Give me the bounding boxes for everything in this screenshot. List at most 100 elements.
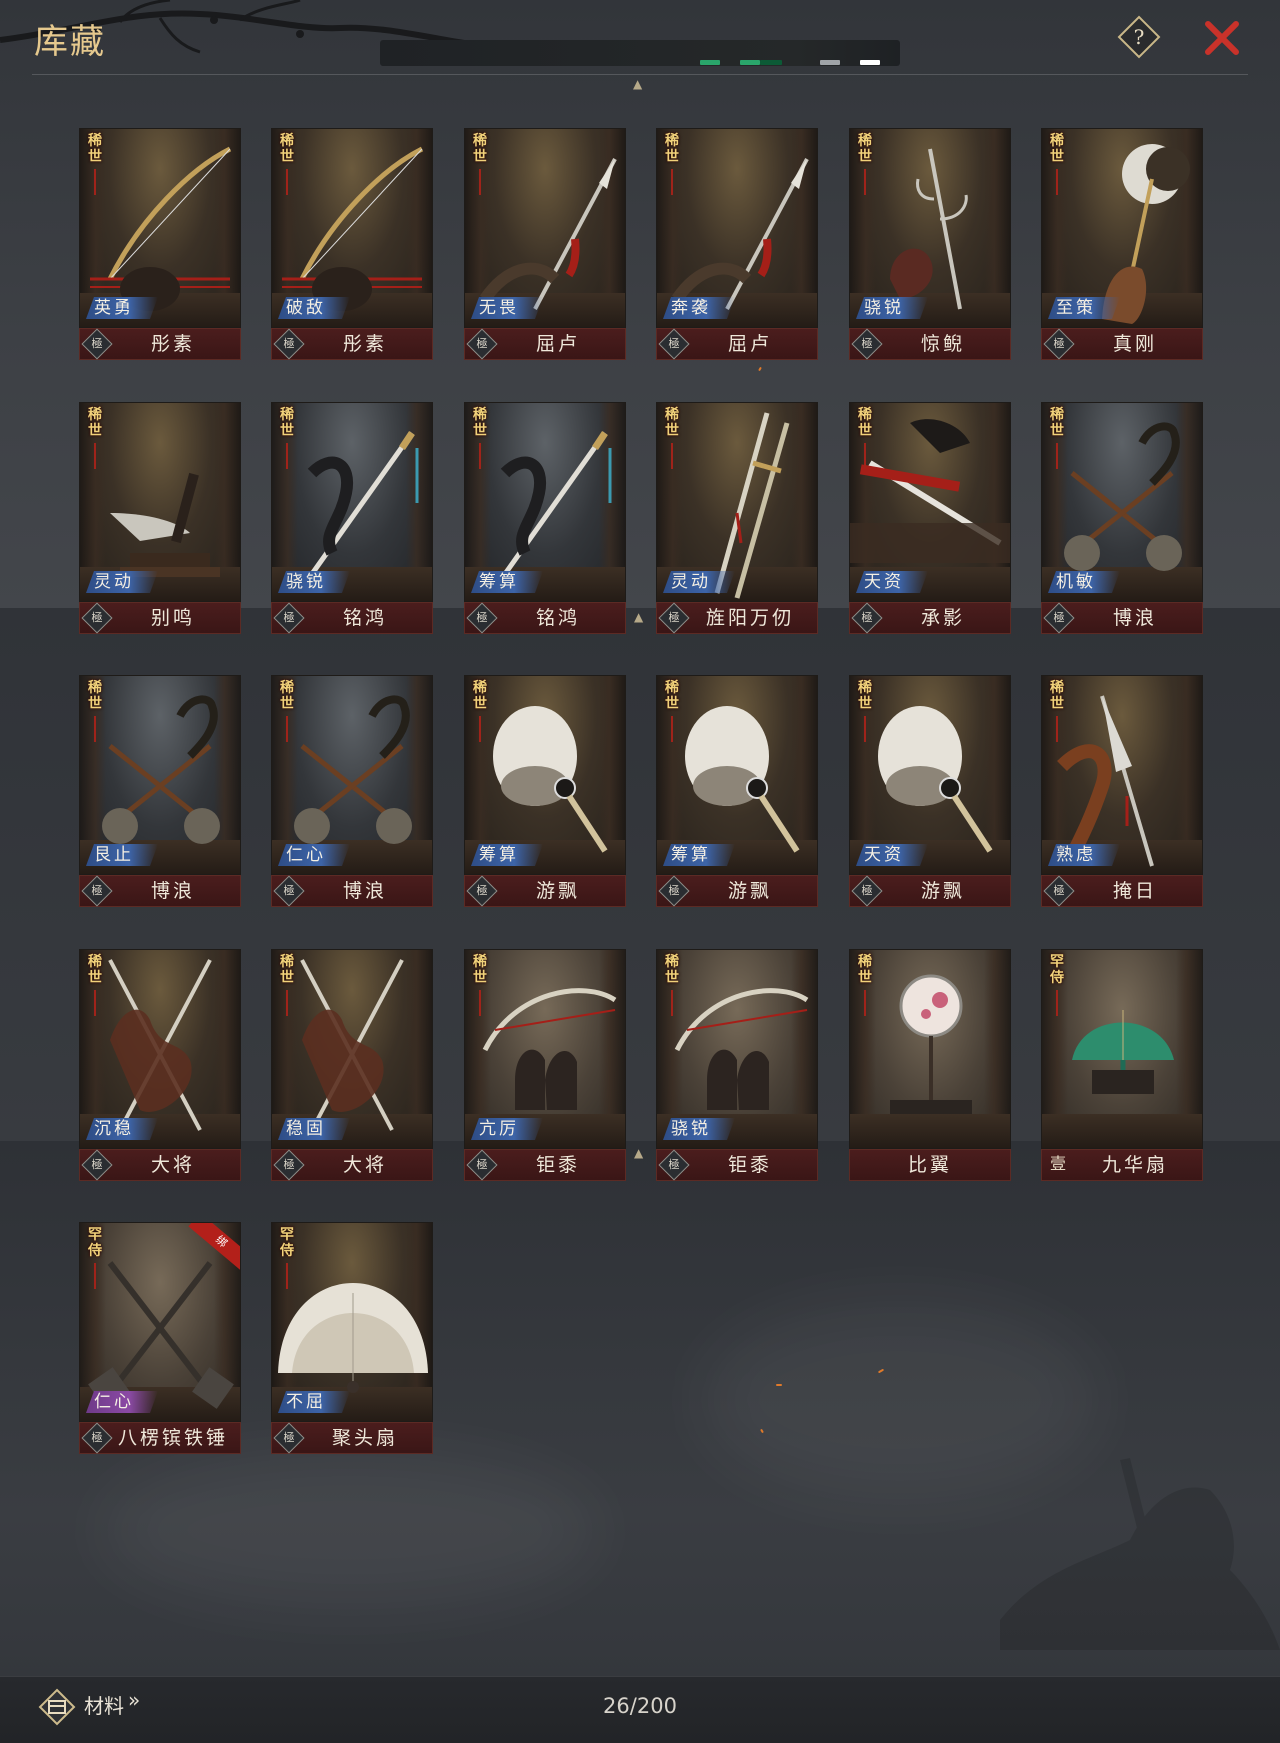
ember-spark (776, 1384, 782, 1386)
rarity-badge: 稀世 (88, 407, 102, 439)
grade-label: 極 (91, 337, 103, 350)
item-card[interactable]: 稀世 骁锐 極 钜黍 (656, 949, 818, 1181)
question-icon: ? (1117, 15, 1161, 59)
scroll-indicator: ▲ (634, 1146, 644, 1160)
fog-effect (100, 1450, 600, 1610)
materials-arrow-icon: » (128, 1688, 141, 1712)
grade-badge: 極 (851, 602, 883, 634)
grade-label: 極 (1053, 337, 1065, 350)
item-name: 屈卢 (535, 333, 580, 355)
tassel-decoration (479, 990, 481, 1016)
scroll-up-indicator: ▲ (633, 77, 643, 91)
item-card[interactable]: 稀世 机敏 極 博浪 (1041, 402, 1203, 634)
header-divider (32, 74, 1248, 75)
item-name: 博浪 (1112, 607, 1157, 629)
item-name: 掩日 (1112, 880, 1157, 902)
rarity-badge: 稀世 (280, 407, 294, 439)
item-artwork: 稀世 破敌 (271, 128, 433, 328)
item-card[interactable]: 稀世 骁锐 極 惊鲵 (849, 128, 1011, 360)
grade-badge: 極 (273, 875, 305, 907)
grade-badge: 極 (81, 875, 113, 907)
item-card[interactable]: 稀世 奔袭 極 屈卢 (656, 128, 818, 360)
tassel-decoration (864, 990, 866, 1016)
item-card[interactable]: 稀世 天资 極 游飘 (849, 675, 1011, 907)
grade-badge: 極 (466, 602, 498, 634)
item-card[interactable]: 稀世 稳固 極 大将 (271, 949, 433, 1181)
grade-label: 極 (476, 884, 488, 897)
item-name-bar: 壹 九华扇 (1041, 1149, 1203, 1181)
tassel-decoration (286, 1263, 288, 1289)
materials-label: 材料 (84, 1694, 124, 1718)
item-card[interactable]: 罕侍 绑 仁心 極 八楞镔铁锤 (79, 1222, 241, 1454)
trait-tag: 亢厉 (471, 1118, 543, 1140)
item-card[interactable]: 稀世 亢厉 極 钜黍 (464, 949, 626, 1181)
item-name-bar: 極 钜黍 (656, 1149, 818, 1181)
item-card[interactable]: 稀世 沉稳 極 大将 (79, 949, 241, 1181)
tassel-decoration (1056, 990, 1058, 1016)
grade-badge: 極 (1043, 602, 1075, 634)
grade-label: 極 (283, 337, 295, 350)
trait-tag: 灵动 (663, 571, 735, 593)
svg-text:?: ? (1134, 25, 1145, 49)
item-card[interactable]: 稀世 灵动 極 旌阳万仞 (656, 402, 818, 634)
item-card[interactable]: 罕侍 壹 九华扇 (1041, 949, 1203, 1181)
tassel-decoration (1056, 169, 1058, 195)
close-icon (1205, 21, 1239, 55)
grade-label: 極 (283, 884, 295, 897)
item-card[interactable]: 稀世 筹算 極 游飘 (656, 675, 818, 907)
help-button[interactable]: ? (1116, 14, 1162, 60)
item-name: 游飘 (727, 880, 772, 902)
trait-tag: 骁锐 (278, 571, 350, 593)
item-name: 旌阳万仞 (705, 607, 794, 629)
item-name: 钜黍 (727, 1154, 772, 1176)
grade-label: 極 (283, 1158, 295, 1171)
grade-badge: 壹 (1048, 1154, 1070, 1176)
rarity-badge: 稀世 (473, 680, 487, 712)
item-card[interactable]: 稀世 至策 極 真刚 (1041, 128, 1203, 360)
item-card[interactable]: 稀世 无畏 極 屈卢 (464, 128, 626, 360)
item-card[interactable]: 稀世 艮止 極 博浪 (79, 675, 241, 907)
item-name: 博浪 (342, 880, 387, 902)
close-button[interactable] (1200, 16, 1244, 60)
trait-tag: 奔袭 (663, 297, 735, 319)
item-artwork: 稀世 沉稳 (79, 949, 241, 1149)
grade-badge: 極 (658, 328, 690, 360)
tassel-decoration (671, 716, 673, 742)
materials-button[interactable]: 材料 » (38, 1684, 158, 1726)
grade-label: 極 (91, 611, 103, 624)
item-artwork: 稀世 机敏 (1041, 402, 1203, 602)
item-card[interactable]: 稀世 骁锐 極 铭鸿 (271, 402, 433, 634)
rarity-badge: 罕侍 (1050, 954, 1064, 986)
item-name: 承影 (920, 607, 965, 629)
item-card[interactable]: 稀世 天资 極 承影 (849, 402, 1011, 634)
item-card[interactable]: 稀世 破敌 極 彤素 (271, 128, 433, 360)
grade-label: 極 (668, 337, 680, 350)
item-card[interactable]: 稀世 熟虑 極 掩日 (1041, 675, 1203, 907)
item-name: 惊鲵 (920, 333, 965, 355)
item-name: 别鸣 (150, 607, 195, 629)
item-name-bar: 極 彤素 (79, 328, 241, 360)
item-card[interactable]: 稀世 筹算 極 游飘 (464, 675, 626, 907)
trait-tag: 机敏 (1048, 571, 1120, 593)
item-card[interactable]: 稀世 灵动 極 别鸣 (79, 402, 241, 634)
grade-badge: 極 (466, 875, 498, 907)
item-name-bar: 極 游飘 (849, 875, 1011, 907)
item-artwork: 稀世 (849, 949, 1011, 1149)
trait-tag: 英勇 (86, 297, 158, 319)
rarity-badge: 稀世 (88, 133, 102, 165)
item-card[interactable]: 罕侍 不屈 極 聚头扇 (271, 1222, 433, 1454)
trait-tag: 破敌 (278, 297, 350, 319)
item-card[interactable]: 稀世 英勇 極 彤素 (79, 128, 241, 360)
item-card[interactable]: 稀世 比翼 (849, 949, 1011, 1181)
grade-badge: 極 (81, 602, 113, 634)
trait-tag: 仁心 (278, 844, 350, 866)
item-name: 比翼 (907, 1154, 952, 1176)
item-card[interactable]: 稀世 筹算 極 铭鸿 (464, 402, 626, 634)
item-card[interactable]: 稀世 仁心 極 博浪 (271, 675, 433, 907)
rarity-badge: 稀世 (280, 680, 294, 712)
tassel-decoration (286, 990, 288, 1016)
rarity-badge: 稀世 (280, 133, 294, 165)
scroll-indicator: ▲ (634, 610, 644, 624)
trait-tag: 筹算 (663, 844, 735, 866)
grade-label: 極 (861, 884, 873, 897)
